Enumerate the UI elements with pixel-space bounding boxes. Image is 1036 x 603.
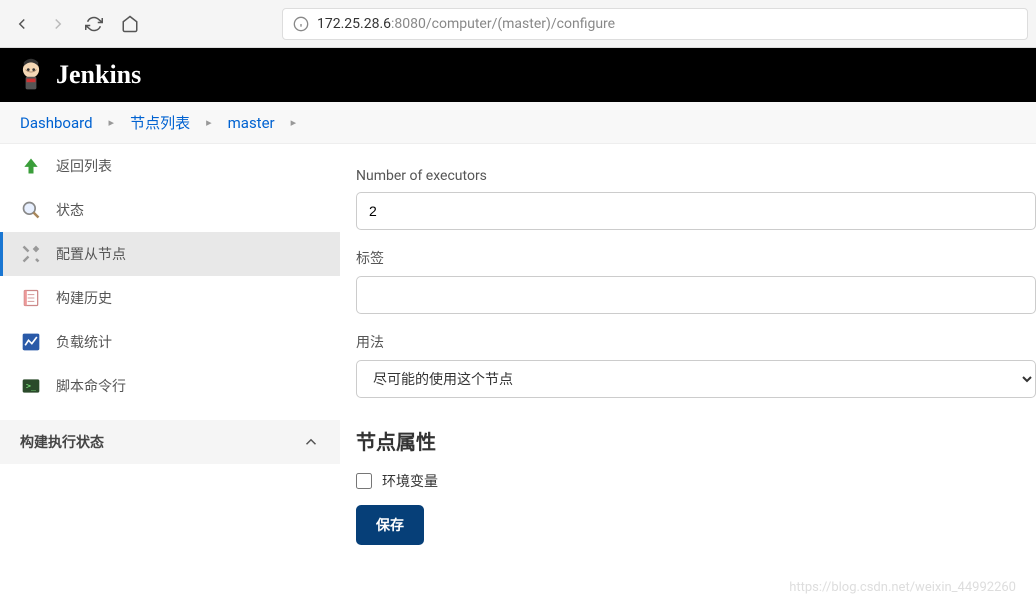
url-path: :8080/computer/(master)/configure [391, 16, 615, 32]
breadcrumb-sep: ▸ [206, 116, 212, 129]
sidebar-item-label: 返回列表 [56, 156, 112, 176]
breadcrumbs: Dashboard ▸ 节点列表 ▸ master ▸ [0, 102, 1036, 144]
sidebar: 返回列表 状态 配置从节点 构建历史 负载统计 [0, 144, 340, 569]
wrench-icon [20, 243, 42, 265]
magnifier-icon [20, 199, 42, 221]
sidebar-item-status[interactable]: 状态 [0, 188, 340, 232]
executors-input[interactable] [356, 192, 1036, 230]
browser-toolbar: 172.25.28.6:8080/computer/(master)/confi… [0, 0, 1036, 48]
main-content: Number of executors 标签 用法 尽可能的使用这个节点 节点属… [340, 144, 1036, 569]
sidebar-item-label: 脚本命令行 [56, 376, 126, 396]
info-icon [293, 16, 309, 32]
chevron-up-icon [302, 433, 320, 451]
forward-button[interactable] [44, 10, 72, 38]
env-vars-row: 环境变量 [356, 471, 1036, 491]
sidebar-item-configure[interactable]: 配置从节点 [0, 232, 340, 276]
layout: 返回列表 状态 配置从节点 构建历史 负载统计 [0, 144, 1036, 569]
usage-select[interactable]: 尽可能的使用这个节点 [356, 360, 1036, 398]
breadcrumb-nodes[interactable]: 节点列表 [130, 112, 190, 133]
reload-button[interactable] [80, 10, 108, 38]
breadcrumb-master[interactable]: master [228, 114, 275, 132]
notepad-icon [20, 287, 42, 309]
sidebar-item-back[interactable]: 返回列表 [0, 144, 340, 188]
sidebar-item-label: 配置从节点 [56, 244, 126, 264]
save-button[interactable]: 保存 [356, 505, 424, 545]
sidebar-section-build-queue[interactable]: 构建执行状态 [0, 420, 340, 464]
jenkins-logo[interactable]: Jenkins [16, 57, 141, 93]
jenkins-brand-text: Jenkins [56, 60, 141, 90]
url-host: 172.25.28.6 [317, 16, 391, 32]
jenkins-mascot-icon [16, 57, 46, 93]
usage-label: 用法 [356, 332, 1036, 352]
sidebar-item-label: 负载统计 [56, 332, 112, 352]
labels-input[interactable] [356, 276, 1036, 314]
jenkins-header: Jenkins [0, 48, 1036, 102]
breadcrumb-dashboard[interactable]: Dashboard [20, 114, 93, 132]
properties-title: 节点属性 [356, 426, 1036, 455]
watermark: https://blog.csdn.net/weixin_44992260 [789, 580, 1016, 595]
terminal-icon: >_ [20, 375, 42, 397]
breadcrumb-sep: ▸ [109, 116, 115, 129]
sidebar-item-label: 构建历史 [56, 288, 112, 308]
breadcrumb-sep: ▸ [291, 116, 297, 129]
url-bar[interactable]: 172.25.28.6:8080/computer/(master)/confi… [282, 8, 1028, 40]
sidebar-item-label: 状态 [56, 200, 84, 220]
chart-icon [20, 331, 42, 353]
env-vars-label: 环境变量 [382, 471, 438, 491]
env-vars-checkbox[interactable] [356, 473, 372, 489]
labels-label: 标签 [356, 248, 1036, 268]
sidebar-section-label: 构建执行状态 [20, 432, 104, 452]
executors-label: Number of executors [356, 168, 1036, 184]
svg-text:>_: >_ [26, 381, 37, 391]
home-button[interactable] [116, 10, 144, 38]
sidebar-item-load[interactable]: 负载统计 [0, 320, 340, 364]
sidebar-item-script[interactable]: >_ 脚本命令行 [0, 364, 340, 408]
up-arrow-icon [20, 155, 42, 177]
sidebar-item-history[interactable]: 构建历史 [0, 276, 340, 320]
back-button[interactable] [8, 10, 36, 38]
